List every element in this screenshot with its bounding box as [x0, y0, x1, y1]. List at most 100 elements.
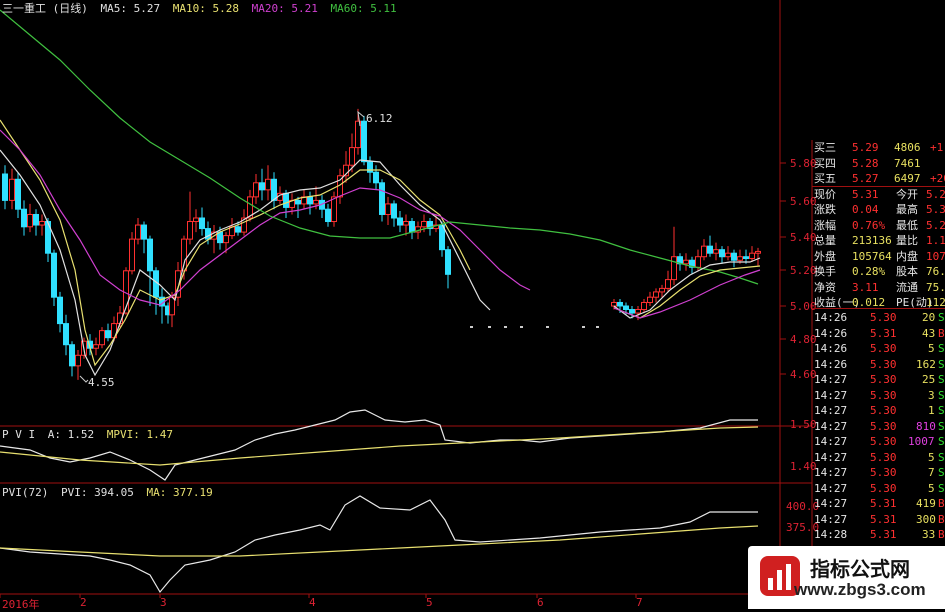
tick-price: 5.31 — [870, 512, 897, 526]
tick-time: 14:28 — [814, 528, 848, 541]
tick-row: 14:27 5.30 810 S — [812, 419, 945, 434]
tick-price: 5.30 — [870, 481, 897, 495]
ask-volume: 4806 — [894, 141, 921, 154]
stat-row: 净资 3.11 流通 75.9亿 — [812, 280, 945, 295]
ask-label: 买四 — [814, 156, 836, 170]
tick-volume: 1 — [928, 404, 935, 417]
tick-side: S — [938, 435, 945, 448]
pvi-a-value: A: 1.52 — [47, 428, 95, 441]
tick-price: 5.31 — [870, 326, 897, 340]
candle-body — [743, 256, 749, 259]
stat-value: 0.04 — [852, 203, 879, 216]
tick-side: S — [938, 450, 945, 464]
watermark-title: 指标公式网 — [810, 557, 910, 581]
candle-body — [295, 199, 301, 205]
stat-value: 0.76% — [852, 218, 886, 232]
candle-body — [701, 245, 707, 258]
stat-row: 涨跌 0.04 最高 5.31 — [812, 202, 945, 217]
candle-body — [199, 217, 205, 230]
tick-row: 14:28 5.31 33 B — [812, 527, 945, 542]
tick-side: B — [938, 326, 945, 340]
ask-row: 买三 5.29 4806 +1 — [812, 140, 945, 155]
tick-side: S — [938, 404, 945, 417]
candle-body — [659, 287, 665, 293]
tick-side: S — [938, 466, 945, 479]
tick-row: 14:27 5.30 5 S — [812, 450, 945, 465]
tick-volume: 20 — [922, 311, 936, 324]
tick-side: S — [938, 342, 945, 355]
candle-body — [51, 252, 57, 298]
candle-body — [349, 147, 355, 166]
tick-side: S — [938, 419, 945, 433]
tick-row: 14:26 5.31 43 B — [812, 326, 945, 341]
x-tick: 2 — [80, 596, 87, 609]
candle-body — [695, 256, 701, 268]
pvi-label: P V I — [2, 428, 36, 441]
candle-body — [719, 249, 725, 258]
stat-value: 75.9亿 — [926, 280, 945, 294]
candle-body — [253, 182, 259, 198]
stat-label: 换手 — [814, 265, 836, 278]
ma20-line — [0, 129, 531, 306]
candle-body — [385, 203, 391, 215]
candle-body — [623, 305, 629, 311]
candle-body — [665, 279, 671, 289]
stat-value: 107372 — [926, 249, 945, 263]
candle-body — [9, 178, 15, 201]
candle-body — [445, 249, 451, 275]
stat-row: 换手 0.28% 股本 76.2亿 — [812, 264, 945, 279]
ma5-line — [0, 149, 491, 377]
stat-label: 净资 — [814, 280, 836, 294]
chart-header: 三一重工 (日线) MA5: 5.27 MA10: 5.28 MA20: 5.2… — [2, 2, 403, 15]
candle-body — [187, 221, 193, 240]
tick-price: 5.30 — [870, 419, 897, 433]
candle-body — [629, 309, 635, 314]
stat-label: 内盘 — [896, 249, 918, 263]
tick-volume: 33 — [922, 528, 936, 541]
candle-body — [259, 182, 265, 191]
candle-body — [367, 161, 373, 173]
candle-body — [33, 213, 39, 226]
tick-volume: 5 — [928, 481, 935, 495]
gap-marker — [546, 326, 549, 328]
tick-volume: 3 — [928, 388, 935, 402]
x-tick: 2016年 — [2, 598, 40, 611]
candle-body — [193, 217, 199, 223]
tick-row: 14:27 5.30 1 S — [812, 403, 945, 418]
candle-body — [749, 252, 755, 259]
candle-body — [135, 224, 141, 240]
tick-time: 14:27 — [814, 481, 848, 495]
candle-body — [57, 296, 63, 325]
candle-body — [93, 344, 99, 349]
stat-value: 5.29 — [926, 187, 945, 201]
kline-chart[interactable] — [0, 0, 815, 609]
tick-side: S — [938, 388, 945, 402]
ask-volume: 7461 — [894, 156, 921, 170]
candle-body — [27, 213, 33, 228]
tick-volume: 5 — [928, 342, 935, 355]
tick-row: 14:27 5.31 419 B — [812, 496, 945, 511]
candle-body — [331, 196, 337, 223]
tick-side: S — [938, 311, 945, 324]
stats-divider — [812, 308, 945, 309]
stat-label: 外盘 — [814, 249, 836, 263]
ma60-value: MA60: 5.11 — [330, 2, 397, 15]
pvi2-ma-value: MA: 377.19 — [146, 486, 213, 499]
tick-side: S — [938, 481, 945, 495]
stock-title: 三一重工 (日线) — [2, 2, 88, 15]
candle-body — [313, 199, 319, 205]
ask-price: 5.29 — [852, 141, 879, 154]
tick-price: 5.30 — [870, 342, 897, 355]
watermark: 指标公式网 www.zbgs3.com — [748, 546, 945, 609]
tick-time: 14:27 — [814, 388, 848, 402]
candle-body — [635, 309, 641, 314]
stat-row: 外盘 105764 内盘 107372 — [812, 249, 945, 264]
stat-label: 最低 — [896, 218, 918, 232]
candle-body — [409, 221, 415, 233]
tick-row: 14:27 5.30 25 S — [812, 372, 945, 387]
candle-body — [421, 221, 427, 228]
tick-side: B — [938, 497, 945, 510]
stat-value: 1.16 — [926, 234, 945, 247]
ma5-line — [613, 257, 761, 319]
pvi-mpvi-value: MPVI: 1.47 — [106, 428, 173, 441]
